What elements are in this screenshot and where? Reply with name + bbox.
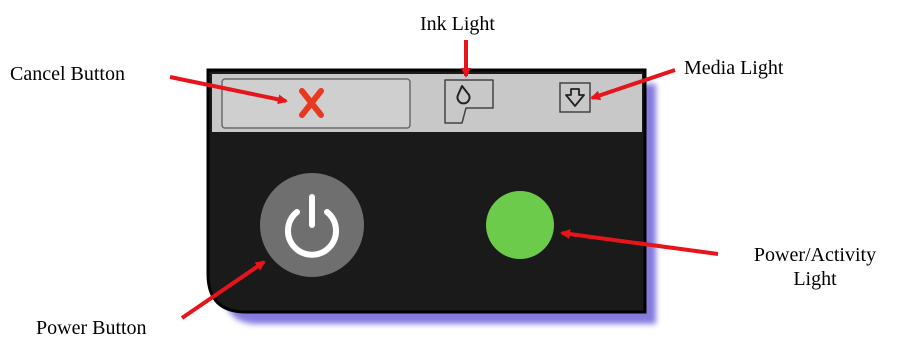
cancel-button[interactable] xyxy=(221,78,411,129)
cancel-button-label: Cancel Button xyxy=(10,63,125,85)
ink-light-label: Ink Light xyxy=(420,13,495,35)
power-activity-light-label: Power/Activity Light xyxy=(730,243,900,291)
printer-control-panel-diagram: Ink Light Cancel Button Media Light Powe… xyxy=(0,0,914,341)
power-activity-label-line2: Light xyxy=(793,268,837,290)
media-light-label: Media Light xyxy=(684,57,784,79)
power-button[interactable] xyxy=(260,173,364,277)
power-activity-label-line1: Power/Activity xyxy=(753,244,877,266)
status-light-icon xyxy=(486,191,554,259)
power-button-label: Power Button xyxy=(36,317,147,339)
media-light xyxy=(559,82,591,113)
